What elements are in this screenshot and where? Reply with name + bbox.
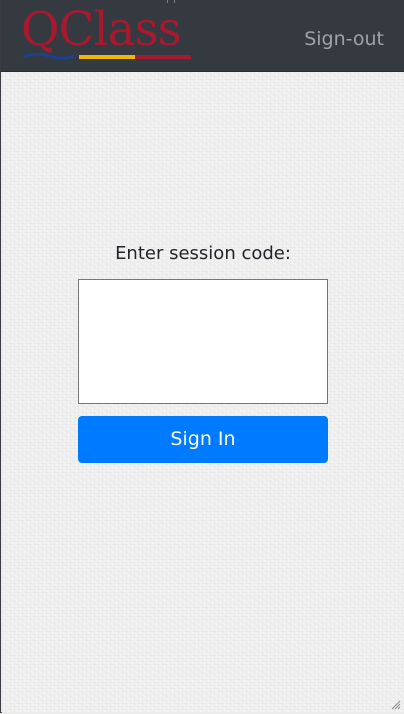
session-code-input[interactable]	[78, 279, 328, 404]
logo-underline-bars	[23, 53, 191, 60]
logo-bar-blue	[23, 53, 76, 60]
session-code-label: Enter session code:	[115, 243, 291, 264]
login-panel: Enter session code: Sign In	[2, 72, 404, 713]
navbar: QClass Sign-out	[1, 0, 404, 72]
qclass-logo[interactable]: QClass	[21, 2, 193, 65]
app-window: QClass Sign-out Enter session code: Sign…	[0, 0, 404, 713]
resize-grip-icon[interactable]	[391, 700, 401, 710]
logo-bar-gold	[79, 55, 135, 59]
signout-link[interactable]: Sign-out	[304, 27, 384, 51]
sign-in-button[interactable]: Sign In	[78, 416, 328, 463]
logo-text: QClass	[21, 2, 182, 57]
logo-bar-red	[135, 55, 191, 59]
